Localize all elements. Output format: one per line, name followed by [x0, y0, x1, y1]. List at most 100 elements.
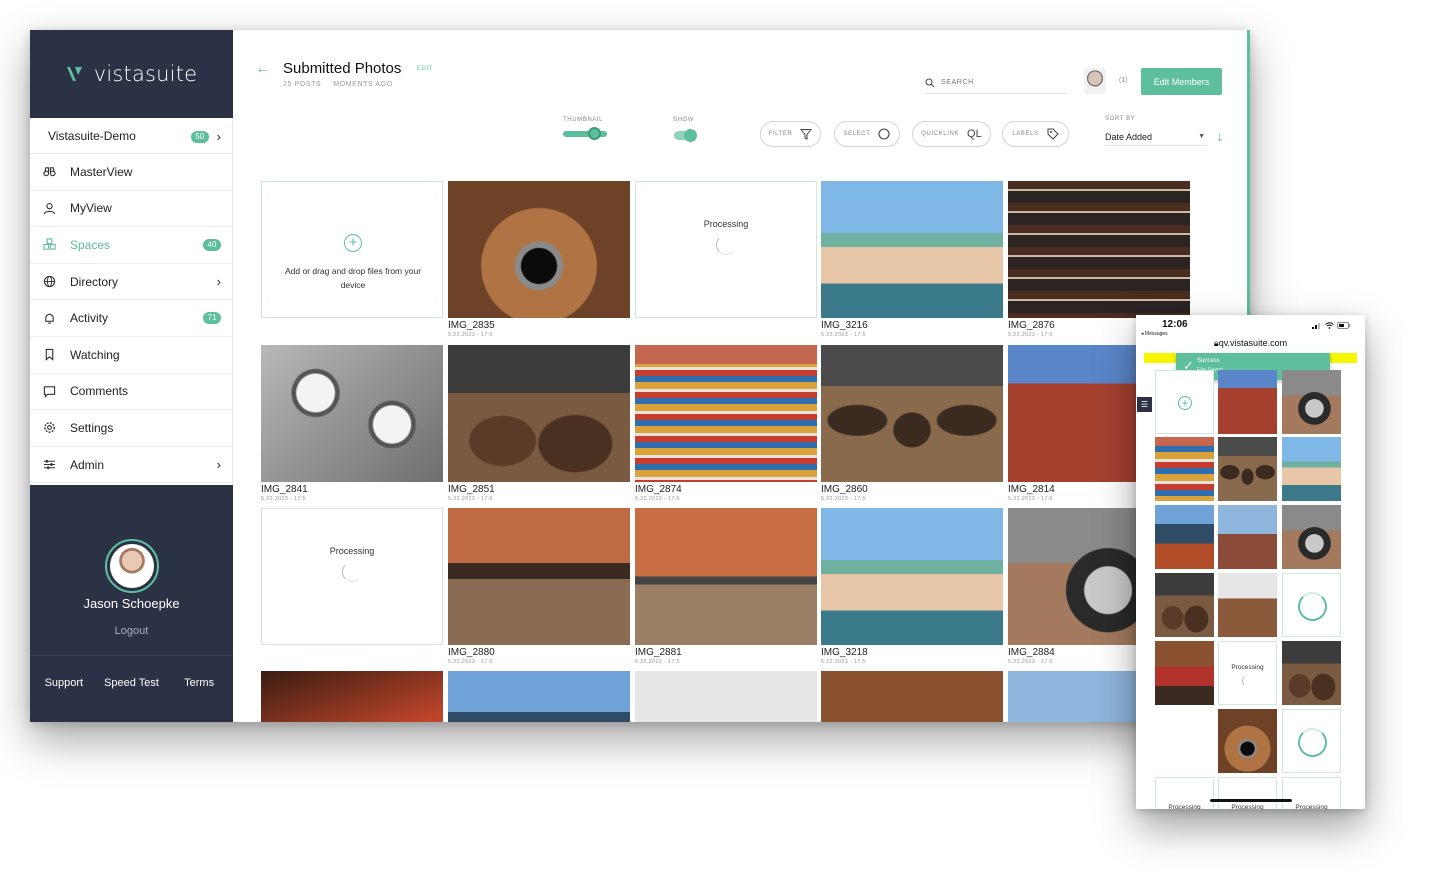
member-count: (1) — [1119, 77, 1128, 84]
logo[interactable]: vistasuite — [30, 30, 233, 118]
photo-tile[interactable] — [448, 671, 630, 722]
back-to-messages-link[interactable]: ◂ Messages — [1141, 331, 1168, 337]
photo-tile[interactable] — [448, 181, 630, 318]
photo-tile[interactable] — [448, 508, 630, 645]
sidebar-item-activity[interactable]: Activity 71 — [30, 300, 233, 337]
sidebar-item-watching[interactable]: Watching — [30, 337, 233, 374]
profile-panel: Jason Schoepke Logout Support Speed Test… — [30, 485, 233, 722]
mobile-photo-tile[interactable] — [1218, 437, 1277, 501]
show-toggle[interactable] — [674, 129, 697, 142]
sidebar: vistasuite Vistasuite-Demo 50 › MasterVi… — [30, 30, 233, 722]
mobile-processing-tile: Processing — [1155, 777, 1214, 809]
org-switcher[interactable]: Vistasuite-Demo 50 › — [30, 118, 233, 154]
avatar[interactable] — [105, 539, 159, 593]
hamburger-menu-icon[interactable]: ☰ — [1137, 397, 1152, 412]
edit-title-link[interactable]: EDIT — [417, 66, 433, 72]
mobile-photo-tile[interactable] — [1218, 573, 1277, 637]
slider-handle[interactable] — [588, 127, 601, 140]
sort-direction-arrow-icon[interactable]: ↓ — [1216, 128, 1224, 145]
photo-tile[interactable] — [635, 345, 817, 482]
signal-icon — [1312, 323, 1320, 329]
sidebar-item-myview[interactable]: MyView — [30, 191, 233, 228]
sidebar-item-spaces[interactable]: Spaces 40 — [30, 227, 233, 264]
photo-thumbnail — [448, 181, 630, 318]
photo-thumbnail — [821, 181, 1003, 318]
mobile-photo-tile[interactable] — [1155, 505, 1214, 569]
mobile-photo-tile[interactable] — [1282, 641, 1341, 705]
photo-caption: IMG_3216 5.22.2023 - 17:5 — [821, 320, 1003, 338]
photo-tile[interactable] — [448, 345, 630, 482]
photo-name: IMG_2860 — [821, 484, 868, 495]
photo-tile[interactable] — [1008, 181, 1190, 318]
photo-name: IMG_2841 — [261, 484, 308, 495]
composite-screenshot: vistasuite Vistasuite-Demo 50 › MasterVi… — [0, 0, 1435, 879]
upload-tile[interactable]: + Add or drag and drop files from your d… — [261, 181, 443, 318]
photo-tile[interactable] — [821, 345, 1003, 482]
sort-select[interactable]: Date Added ▼ — [1105, 128, 1207, 146]
activity-badge: 71 — [203, 312, 221, 325]
photo-tile[interactable] — [821, 508, 1003, 645]
address-bar[interactable]: 🔒︎qv.vistasuite.com — [1136, 338, 1365, 349]
mobile-photo-tile[interactable] — [1218, 505, 1277, 569]
mobile-upload-tile[interactable]: + — [1155, 370, 1214, 434]
photo-name: IMG_2874 — [635, 484, 682, 495]
edit-members-button[interactable]: Edit Members — [1141, 68, 1222, 95]
photo-tile[interactable] — [261, 671, 443, 722]
gear-icon — [42, 421, 56, 435]
spaces-icon — [42, 238, 56, 252]
sidebar-item-masterview[interactable]: MasterView — [30, 154, 233, 191]
mobile-photo-tile[interactable] — [1155, 437, 1214, 501]
photo-tile[interactable] — [821, 181, 1003, 318]
labels-button[interactable]: LABELS — [1002, 121, 1069, 147]
processing-label: Processing — [1295, 804, 1328, 809]
search-input[interactable] — [941, 79, 1051, 86]
photo-thumbnail — [1282, 370, 1341, 434]
processing-label: Processing — [703, 219, 749, 229]
quicklink-button[interactable]: QUICKLINK QL — [912, 121, 991, 147]
photo-tile[interactable] — [821, 671, 1003, 722]
photo-tile[interactable] — [261, 345, 443, 482]
mobile-photo-tile[interactable] — [1218, 709, 1277, 773]
photo-tile[interactable] — [635, 508, 817, 645]
sidebar-item-label: Admin — [70, 457, 105, 472]
photo-thumbnail — [1155, 573, 1214, 637]
progress-ring-icon — [1298, 592, 1327, 621]
photo-date: 5.22.2023 - 17:5 — [635, 496, 680, 502]
sidebar-item-admin[interactable]: Admin › — [30, 447, 233, 484]
sidebar-item-settings[interactable]: Settings — [30, 410, 233, 447]
mobile-photo-tile[interactable] — [1282, 370, 1341, 434]
mobile-photo-tile[interactable] — [1282, 437, 1341, 501]
sort-by-label: SORT BY — [1105, 116, 1136, 122]
comment-icon — [42, 384, 56, 398]
mobile-photo-tile[interactable] — [1218, 370, 1277, 434]
back-arrow-icon[interactable]: ← — [255, 60, 271, 78]
member-avatar[interactable] — [1084, 68, 1106, 94]
photo-date: 5.22.2023 - 17:5 — [821, 332, 866, 338]
logout-link[interactable]: Logout — [30, 625, 233, 637]
support-link[interactable]: Support — [34, 675, 94, 691]
org-name: Vistasuite-Demo — [48, 128, 136, 143]
speed-test-link[interactable]: Speed Test — [101, 675, 161, 691]
desktop-app-window: vistasuite Vistasuite-Demo 50 › MasterVi… — [30, 30, 1250, 722]
mobile-photo-tile[interactable] — [1155, 573, 1214, 637]
quicklink-icon: QL — [967, 128, 982, 140]
photo-date: 5.22.2023 - 17:5 — [635, 659, 680, 665]
search-box — [925, 72, 1067, 94]
filter-button[interactable]: FILTER — [760, 121, 821, 147]
sidebar-menu: MasterView MyView Spaces 40 Directory › — [30, 154, 233, 484]
photo-caption: IMG_2874 5.22.2023 - 17:5 — [635, 484, 817, 502]
progress-ring-icon — [1298, 728, 1327, 757]
terms-link[interactable]: Terms — [169, 675, 229, 691]
select-button[interactable]: SELECT — [834, 121, 900, 147]
org-badge: 50 — [190, 130, 209, 143]
sidebar-item-comments[interactable]: Comments — [30, 374, 233, 411]
sidebar-item-directory[interactable]: Directory › — [30, 264, 233, 301]
processing-tile: Processing — [261, 508, 443, 645]
photo-tile[interactable] — [635, 671, 817, 722]
chevron-right-icon: › — [216, 129, 221, 144]
photo-thumbnail — [821, 671, 1003, 722]
spinner-icon — [342, 562, 362, 582]
thumbnail-size-slider[interactable] — [563, 127, 607, 140]
mobile-photo-tile[interactable] — [1282, 505, 1341, 569]
mobile-photo-tile[interactable] — [1155, 641, 1214, 705]
